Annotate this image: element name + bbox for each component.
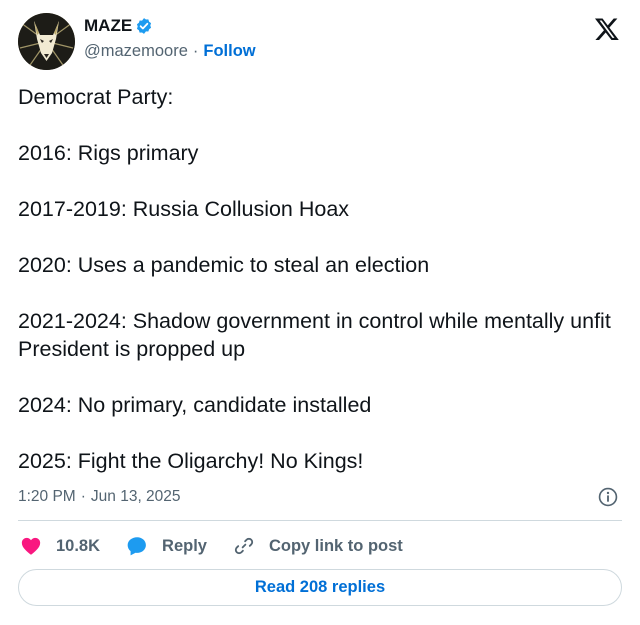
tweet-time[interactable]: 1:20 PM xyxy=(18,488,76,506)
verified-badge-icon xyxy=(135,17,153,35)
reply-label: Reply xyxy=(162,536,207,555)
author-handle[interactable]: @mazemoore xyxy=(84,42,188,61)
link-icon xyxy=(234,537,254,555)
tweet-paragraph: Democrat Party: xyxy=(18,85,174,109)
follow-button[interactable]: Follow xyxy=(203,42,255,61)
author-name[interactable]: MAZE xyxy=(84,16,132,36)
read-replies-label: Read 208 replies xyxy=(254,578,386,596)
tweet-paragraph: 2025: Fight the Oligarchy! No Kings! xyxy=(18,449,364,473)
like-button[interactable]: 10.8K xyxy=(20,535,100,557)
tweet-paragraph: 2020: Uses a pandemic to steal an electi… xyxy=(18,253,430,277)
tweet-text: Democrat Party: 2016: Rigs primary 2017-… xyxy=(18,83,622,475)
tweet-paragraph: 2016: Rigs primary xyxy=(18,141,199,165)
timestamp-separator: · xyxy=(80,488,86,505)
tweet-timestamp: 1:20 PM · Jun 13, 2025 xyxy=(18,486,622,508)
avatar-dog-image xyxy=(18,13,75,70)
tweet-actions: 10.8K Reply Copy link to post xyxy=(20,533,429,559)
tweet-header: MAZE @mazemoore · Follow xyxy=(18,13,622,71)
author-identity: MAZE @mazemoore · Follow xyxy=(84,15,256,62)
copy-link-label: Copy link to post xyxy=(268,536,403,555)
read-replies-button[interactable]: Read 208 replies xyxy=(18,569,622,606)
name-row: MAZE xyxy=(84,15,256,37)
avatar[interactable] xyxy=(18,13,75,70)
tweet-embed-card: MAZE @mazemoore · Follow Democrat Party: xyxy=(0,0,640,625)
heart-icon xyxy=(21,537,41,555)
tweet-paragraph: 2024: No primary, candidate installed xyxy=(18,393,372,417)
tweet-paragraph: 2017-2019: Russia Collusion Hoax xyxy=(18,197,350,221)
like-count: 10.8K xyxy=(56,536,101,555)
info-icon[interactable] xyxy=(597,486,619,508)
speech-bubble-icon xyxy=(127,537,146,556)
reply-button[interactable]: Reply xyxy=(126,535,207,557)
handle-row: @mazemoore · Follow xyxy=(84,40,256,62)
handle-separator: · xyxy=(192,41,199,60)
copy-link-button[interactable]: Copy link to post xyxy=(233,535,403,557)
divider xyxy=(18,520,622,521)
tweet-date[interactable]: Jun 13, 2025 xyxy=(91,488,181,506)
tweet-paragraph: 2021-2024: Shadow government in control … xyxy=(18,309,617,361)
x-logo-icon[interactable] xyxy=(594,16,620,42)
